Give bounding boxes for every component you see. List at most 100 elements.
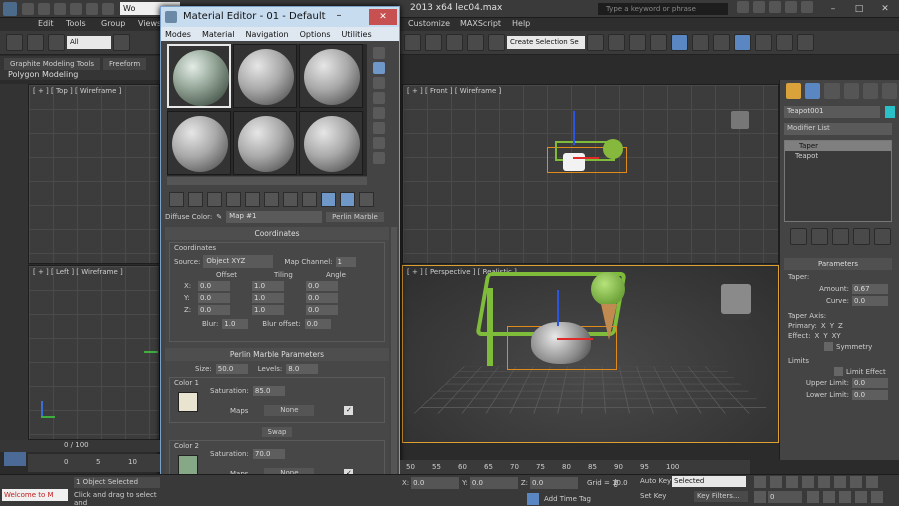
sample-slots-scrollbar[interactable] xyxy=(167,177,367,185)
reset-map-icon[interactable] xyxy=(226,192,241,207)
selection-filter-dropdown[interactable]: All xyxy=(67,36,111,49)
menu-maxscript[interactable]: MAXScript xyxy=(460,19,501,28)
go-forward-sibling-icon[interactable] xyxy=(359,192,374,207)
blur-offset-spinner[interactable]: 0.0 xyxy=(304,319,331,329)
z-coordinate-field[interactable]: 0.0 xyxy=(530,477,579,489)
key-filters-button[interactable]: Key Filters... xyxy=(694,491,748,502)
configure-modifier-sets-icon[interactable] xyxy=(874,228,891,245)
menu-group[interactable]: Group xyxy=(101,19,125,28)
offset-x-spinner[interactable]: 0.0 xyxy=(198,281,230,291)
motion-tab-icon[interactable] xyxy=(843,83,859,99)
render-iterative-icon[interactable] xyxy=(797,34,814,51)
edit-named-selection-icon[interactable] xyxy=(488,34,505,51)
object-color-swatch[interactable] xyxy=(885,106,895,118)
saturation2-spinner[interactable]: 70.0 xyxy=(252,449,285,459)
key-mode-dropdown[interactable]: Selected xyxy=(672,476,746,487)
menu-navigation[interactable]: Navigation xyxy=(245,30,288,39)
graphite-toggle-icon[interactable] xyxy=(650,34,667,51)
pin-stack-icon[interactable] xyxy=(790,228,807,245)
previous-frame-icon[interactable] xyxy=(770,476,782,488)
new-file-icon[interactable] xyxy=(22,2,34,15)
hierarchy-tab-icon[interactable] xyxy=(824,83,840,99)
upper-limit-spinner[interactable]: 0.0 xyxy=(852,378,888,388)
modifier-list-dropdown[interactable]: Modifier List xyxy=(784,123,892,135)
primary-z-radio[interactable]: Z xyxy=(838,322,843,330)
favorites-icon[interactable] xyxy=(785,1,797,13)
primary-y-radio[interactable]: Y xyxy=(830,322,834,330)
color1-swatch[interactable] xyxy=(178,392,198,412)
select-link-icon[interactable] xyxy=(6,34,23,51)
options-icon[interactable] xyxy=(373,137,385,149)
tiling-z-spinner[interactable]: 1.0 xyxy=(252,305,284,315)
key-icon[interactable]: ⚷ xyxy=(612,479,636,489)
app-logo-icon[interactable] xyxy=(3,1,17,16)
display-tab-icon[interactable] xyxy=(862,83,878,99)
help-icon[interactable] xyxy=(801,1,813,13)
curve-editor-icon[interactable] xyxy=(671,34,688,51)
viewport-left-label[interactable]: [ + ] [ Left ] [ Wireframe ] xyxy=(33,268,123,276)
maximize-viewport-icon[interactable] xyxy=(871,491,883,503)
material-editor-icon[interactable] xyxy=(713,34,730,51)
symmetry-checkbox[interactable] xyxy=(824,342,833,351)
params-scrollbar[interactable] xyxy=(391,227,397,503)
swap-button[interactable]: Swap xyxy=(261,427,293,437)
unlink-icon[interactable] xyxy=(27,34,44,51)
put-to-library-icon[interactable] xyxy=(264,192,279,207)
project-folder-icon[interactable] xyxy=(102,2,114,15)
primary-x-radio[interactable]: X xyxy=(821,322,826,330)
set-key-button[interactable]: Set Key xyxy=(640,492,666,500)
get-material-icon[interactable] xyxy=(169,192,184,207)
search-input[interactable]: Type a keyword or phrase xyxy=(598,3,728,15)
tiling-y-spinner[interactable]: 1.0 xyxy=(252,293,284,303)
perlin-marble-rollout-header[interactable]: Perlin Marble Parameters xyxy=(165,348,389,361)
size-spinner[interactable]: 50.0 xyxy=(215,364,248,374)
bind-space-warp-icon[interactable] xyxy=(48,34,65,51)
rendered-frame-window-icon[interactable] xyxy=(755,34,772,51)
viewport-front[interactable]: [ + ] [ Front ] [ Wireframe ] xyxy=(402,84,779,264)
sample-slot[interactable] xyxy=(167,44,231,108)
zoom-extents-icon[interactable] xyxy=(866,476,878,488)
blur-spinner[interactable]: 1.0 xyxy=(222,319,249,329)
limit-effect-checkbox[interactable] xyxy=(834,367,843,376)
menu-options[interactable]: Options xyxy=(300,30,331,39)
subscription-icon[interactable] xyxy=(753,1,765,13)
viewcube-icon[interactable] xyxy=(731,111,749,129)
percent-snap-icon[interactable] xyxy=(446,34,463,51)
add-time-tag-button[interactable]: Add Time Tag xyxy=(544,495,591,503)
menu-help[interactable]: Help xyxy=(512,19,530,28)
sample-slot[interactable] xyxy=(299,111,363,175)
viewport-top-label[interactable]: [ + ] [ Top ] [ Wireframe ] xyxy=(33,87,121,95)
align-icon[interactable] xyxy=(608,34,625,51)
search-icon[interactable] xyxy=(737,1,749,13)
close-icon[interactable]: ✕ xyxy=(369,9,397,25)
save-file-icon[interactable] xyxy=(54,2,66,15)
viewport-top[interactable]: [ + ] [ Top ] [ Wireframe ] xyxy=(28,84,160,264)
angle-z-spinner[interactable]: 0.0 xyxy=(306,305,338,315)
time-tag-icon[interactable] xyxy=(527,493,539,505)
color1-map-checkbox[interactable]: ✓ xyxy=(344,406,354,415)
make-unique-icon[interactable] xyxy=(245,192,260,207)
sample-slot[interactable] xyxy=(299,44,363,108)
tiling-x-spinner[interactable]: 1.0 xyxy=(252,281,284,291)
backlight-icon[interactable] xyxy=(373,62,385,74)
current-frame-field[interactable]: 0 xyxy=(768,491,802,503)
x-coordinate-field[interactable]: 0.0 xyxy=(411,477,460,489)
background-icon[interactable] xyxy=(373,77,385,89)
sample-slot[interactable] xyxy=(167,111,231,175)
viewport-left[interactable]: [ + ] [ Left ] [ Wireframe ] xyxy=(28,265,160,440)
put-material-icon[interactable] xyxy=(188,192,203,207)
pan-view-icon[interactable] xyxy=(839,491,851,503)
source-dropdown[interactable]: Object XYZ xyxy=(203,255,274,268)
material-id-icon[interactable] xyxy=(283,192,298,207)
select-object-icon[interactable] xyxy=(113,34,130,51)
angle-x-spinner[interactable]: 0.0 xyxy=(306,281,338,291)
track-bar-left[interactable]: 0 5 10 xyxy=(28,454,160,472)
effect-y-radio[interactable]: Y xyxy=(823,332,827,340)
offset-z-spinner[interactable]: 0.0 xyxy=(198,305,230,315)
saturation1-spinner[interactable]: 85.0 xyxy=(252,386,285,396)
open-file-icon[interactable] xyxy=(38,2,50,15)
parameters-header[interactable]: Parameters xyxy=(784,258,892,270)
time-slider[interactable]: 0 / 100 xyxy=(0,440,160,452)
offset-y-spinner[interactable]: 0.0 xyxy=(198,293,230,303)
render-production-icon[interactable] xyxy=(776,34,793,51)
